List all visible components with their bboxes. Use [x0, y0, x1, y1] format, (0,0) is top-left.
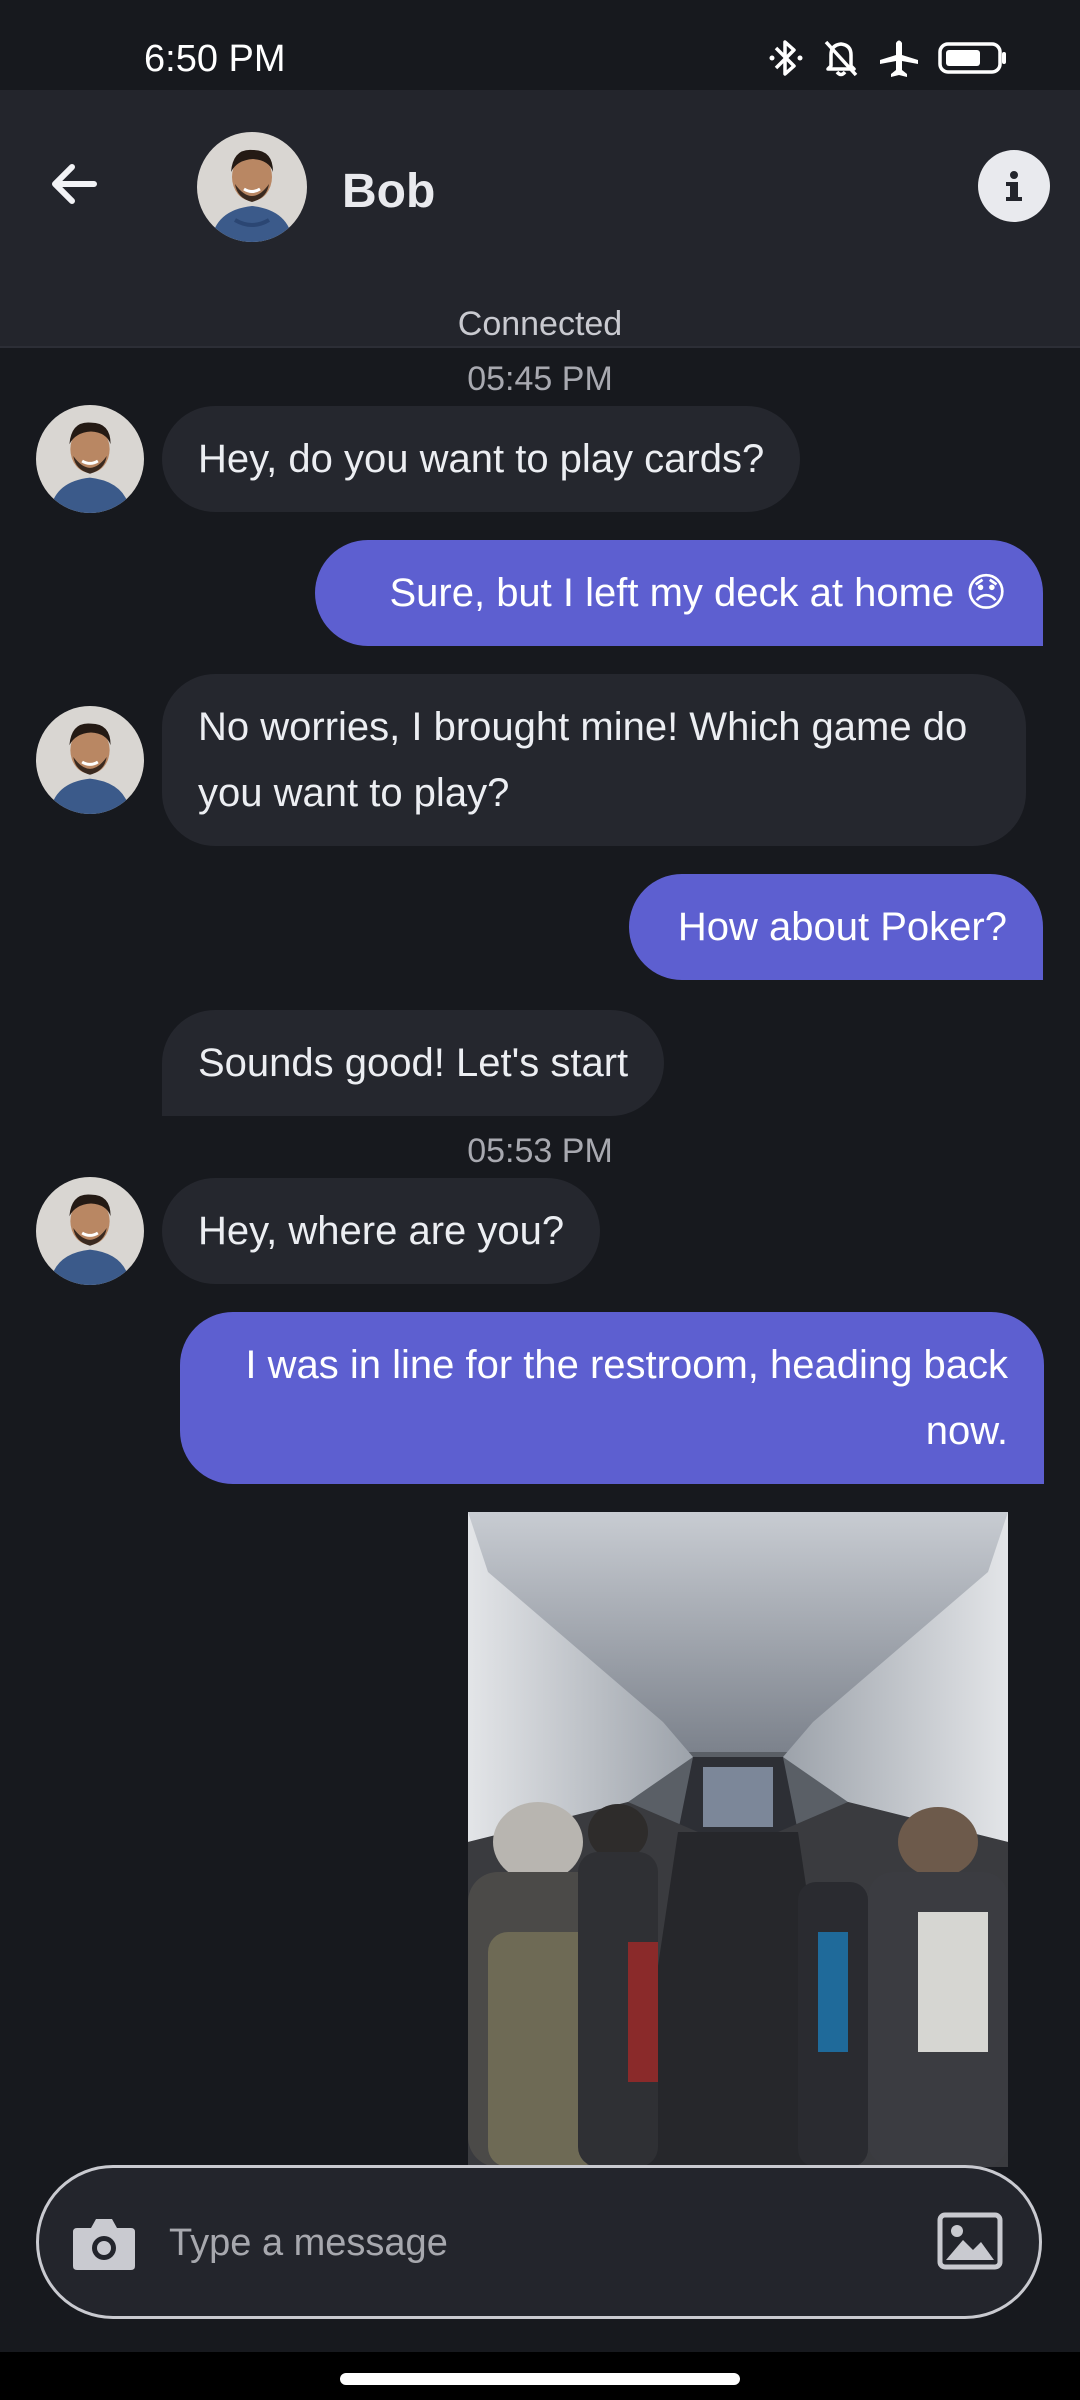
bell-off-icon — [822, 38, 860, 78]
camera-button[interactable] — [71, 2214, 137, 2272]
camera-icon — [73, 2219, 135, 2270]
contact-avatar[interactable] — [197, 132, 307, 242]
bluetooth-icon — [768, 38, 804, 78]
home-indicator[interactable] — [340, 2373, 740, 2385]
timestamp: 05:53 PM — [467, 1132, 613, 1170]
sender-avatar[interactable] — [36, 405, 144, 513]
info-icon — [1006, 171, 1022, 201]
back-button[interactable] — [44, 152, 108, 216]
info-button[interactable] — [978, 150, 1050, 222]
incoming-message[interactable]: Hey, where are you? — [162, 1178, 601, 1284]
shared-image[interactable] — [468, 1512, 1008, 2167]
gallery-button[interactable] — [937, 2212, 1003, 2270]
message-input[interactable] — [169, 2198, 789, 2288]
outgoing-message[interactable]: How about Poker? — [629, 874, 1043, 980]
status-icons — [768, 38, 1008, 78]
sender-avatar[interactable] — [36, 1177, 144, 1285]
status-bar: 6:50 PM — [0, 0, 1080, 90]
incoming-message[interactable]: No worries, I brought mine! Which game d… — [162, 674, 1026, 846]
timestamp: 05:45 PM — [467, 360, 613, 398]
status-time: 6:50 PM — [144, 38, 286, 80]
message-composer — [36, 2165, 1042, 2319]
image-gallery-icon — [937, 2212, 1003, 2270]
arrow-left-icon — [52, 164, 97, 204]
outgoing-message[interactable]: Sure, but I left my deck at home 😞 — [315, 540, 1043, 646]
connection-status: Connected — [457, 305, 623, 343]
battery-icon — [938, 41, 1008, 75]
sender-avatar[interactable] — [36, 706, 144, 814]
outgoing-message[interactable]: I was in line for the restroom, heading … — [180, 1312, 1044, 1484]
contact-name[interactable]: Bob — [342, 164, 435, 219]
airplane-mode-icon — [878, 38, 920, 78]
chat-header: Bob Connected — [0, 90, 1080, 348]
incoming-message[interactable]: Sounds good! Let's start — [162, 1010, 665, 1116]
incoming-message[interactable]: Hey, do you want to play cards? — [162, 406, 801, 512]
chat-screen: 6:50 PM Bob Connected 05:45 PM Hey, do y… — [0, 0, 1080, 2400]
